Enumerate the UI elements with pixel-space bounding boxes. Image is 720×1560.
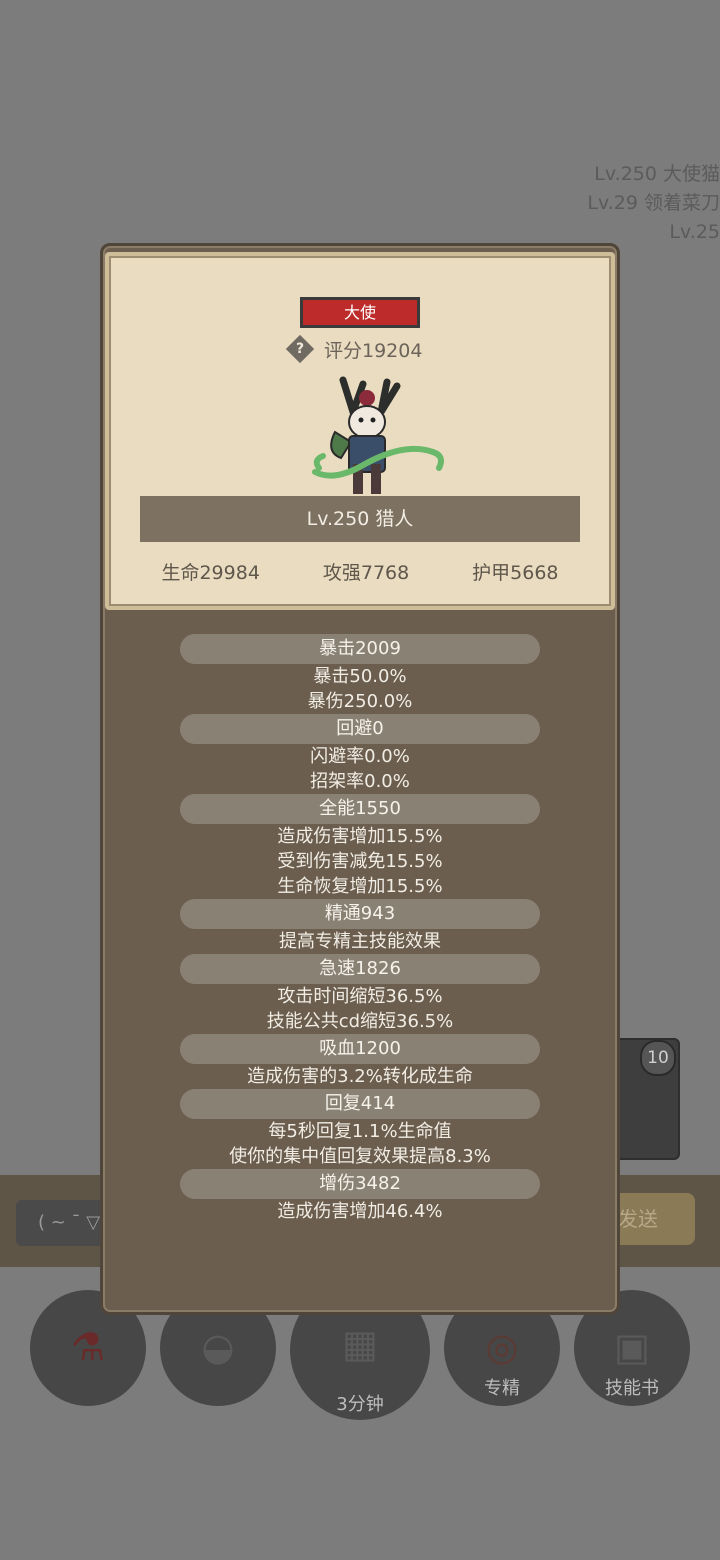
- hunter-character-image: [312, 376, 444, 494]
- skill-count-badge: 10: [640, 1040, 676, 1076]
- ranking-line[interactable]: Lv.29 领着菜刀: [587, 189, 720, 218]
- stat-line: 造成伤害增加46.4%: [277, 1201, 443, 1222]
- stat-line: 攻击时间缩短36.5%: [277, 986, 443, 1007]
- stat-header-haste: 急速1826: [180, 954, 540, 984]
- chest-icon: ▦: [342, 1322, 378, 1366]
- stat-line: 造成伤害增加15.5%: [277, 826, 443, 847]
- stat-line: 闪避率0.0%: [310, 746, 410, 767]
- character-name-bar: Lv.250 猎人: [140, 496, 580, 542]
- stat-detail-list: 暴击2009 暴击50.0% 暴伤250.0% 回避0 闪避率0.0% 招架率0…: [180, 634, 540, 1224]
- stat-line: 暴伤250.0%: [307, 691, 413, 712]
- stat-line: 技能公共cd缩短36.5%: [266, 1011, 454, 1032]
- help-icon[interactable]: ?: [285, 334, 315, 364]
- bread-icon: ◒: [201, 1324, 235, 1369]
- base-stats-row: 生命29984 攻强7768 护甲5668: [130, 558, 590, 585]
- stat-header-versatility: 全能1550: [180, 794, 540, 824]
- stat-header-mastery: 精通943: [180, 899, 540, 929]
- spec-icon: ◎: [485, 1324, 519, 1369]
- stat-line: 提高专精主技能效果: [279, 931, 441, 952]
- stat-header-lifesteal: 吸血1200: [180, 1034, 540, 1064]
- skillbook-icon: ▣: [614, 1324, 650, 1369]
- potion-icon: ⚗: [70, 1324, 106, 1369]
- ranking-line[interactable]: Lv.250 大使猫: [587, 160, 720, 189]
- stat-line: 暴击50.0%: [313, 666, 407, 687]
- stat-line: 受到伤害减免15.5%: [277, 851, 443, 872]
- skillbook-label: 技能书: [605, 1378, 659, 1399]
- stat-attack-power: 攻强7768: [322, 562, 410, 584]
- ranking-list: Lv.250 大使猫 Lv.29 领着菜刀 Lv.25: [587, 160, 720, 247]
- stat-header-regen: 回复414: [180, 1089, 540, 1119]
- score-row: ? 评分19204: [285, 334, 423, 364]
- stat-line: 使你的集中值回复效果提高8.3%: [229, 1146, 491, 1167]
- rank-badge: 大使: [300, 297, 420, 328]
- spec-label: 专精: [484, 1378, 520, 1399]
- chest-timer: 3分钟: [336, 1394, 384, 1415]
- stat-header-damage-bonus: 增伤3482: [180, 1169, 540, 1199]
- stat-header-crit: 暴击2009: [180, 634, 540, 664]
- stat-line: 招架率0.0%: [310, 771, 410, 792]
- stat-line: 生命恢复增加15.5%: [277, 876, 443, 897]
- stat-header-dodge: 回避0: [180, 714, 540, 744]
- stat-line: 每5秒回复1.1%生命值: [268, 1121, 452, 1142]
- stat-hp: 生命29984: [161, 562, 260, 584]
- score-text: 评分19204: [324, 339, 423, 362]
- stat-armor: 护甲5668: [472, 562, 559, 584]
- stat-line: 造成伤害的3.2%转化成生命: [247, 1066, 473, 1087]
